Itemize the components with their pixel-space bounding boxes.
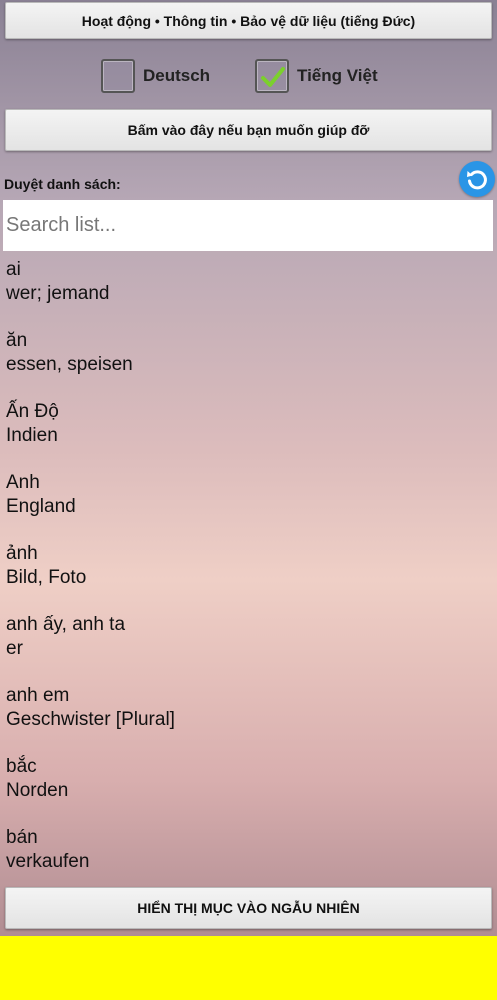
help-button[interactable]: Bấm vào đây nếu bạn muốn giúp đỡ [5, 109, 492, 151]
item-vietnamese: bắc [6, 756, 37, 777]
list-item[interactable]: ăn essen, speisen [6, 329, 491, 400]
list-item[interactable]: Anh England [6, 471, 491, 542]
deutsch-checkbox[interactable] [101, 59, 135, 93]
item-vietnamese: bán [6, 827, 38, 848]
item-vietnamese: Anh [6, 472, 40, 493]
list-item[interactable]: anh ấy, anh ta er [6, 613, 491, 684]
vietnamese-label: Tiếng Việt [297, 66, 378, 85]
random-entry-button[interactable]: HIỂN THỊ MỤC VÀO NGẪU NHIÊN [5, 887, 492, 929]
checkmark-icon [261, 67, 285, 87]
info-privacy-button[interactable]: Hoạt động • Thông tin • Bảo vệ dữ liệu (… [5, 2, 492, 39]
item-german: er [6, 638, 23, 659]
item-german: Indien [6, 425, 58, 446]
item-german: Bild, Foto [6, 567, 87, 588]
item-german: Norden [6, 780, 69, 801]
item-vietnamese: Ấn Độ [6, 401, 59, 422]
vietnamese-checkbox[interactable] [255, 59, 289, 93]
word-list[interactable]: ai wer; jemand ăn essen, speisen Ấn Độ Indien… [6, 258, 491, 897]
language-option-vietnamese[interactable]: Tiếng Việt [255, 56, 378, 96]
item-vietnamese: ai [6, 259, 21, 280]
refresh-button[interactable] [459, 161, 495, 197]
list-item[interactable]: ảnh Bild, Foto [6, 542, 491, 613]
item-german: essen, speisen [6, 354, 133, 375]
ad-banner[interactable] [0, 936, 497, 1000]
list-item[interactable]: Ấn Độ Indien [6, 400, 491, 471]
list-item[interactable]: anh em Geschwister [Plural] [6, 684, 491, 755]
deutsch-label: Deutsch [143, 66, 211, 85]
browse-list-label: Duyệt danh sách: [4, 176, 121, 192]
item-german: England [6, 496, 76, 517]
item-vietnamese: ảnh [6, 543, 38, 564]
item-german: wer; jemand [6, 283, 110, 304]
refresh-icon [467, 170, 487, 190]
item-vietnamese: anh ấy, anh ta [6, 614, 126, 635]
search-input[interactable] [3, 200, 493, 251]
item-german: verkaufen [6, 851, 90, 872]
item-vietnamese: ăn [6, 330, 28, 351]
item-german: Geschwister [Plural] [6, 709, 175, 730]
language-option-deutsch[interactable]: Deutsch [101, 56, 210, 96]
item-vietnamese: anh em [6, 685, 70, 706]
list-item[interactable]: bắc Norden [6, 755, 491, 826]
list-item[interactable]: ai wer; jemand [6, 258, 491, 329]
